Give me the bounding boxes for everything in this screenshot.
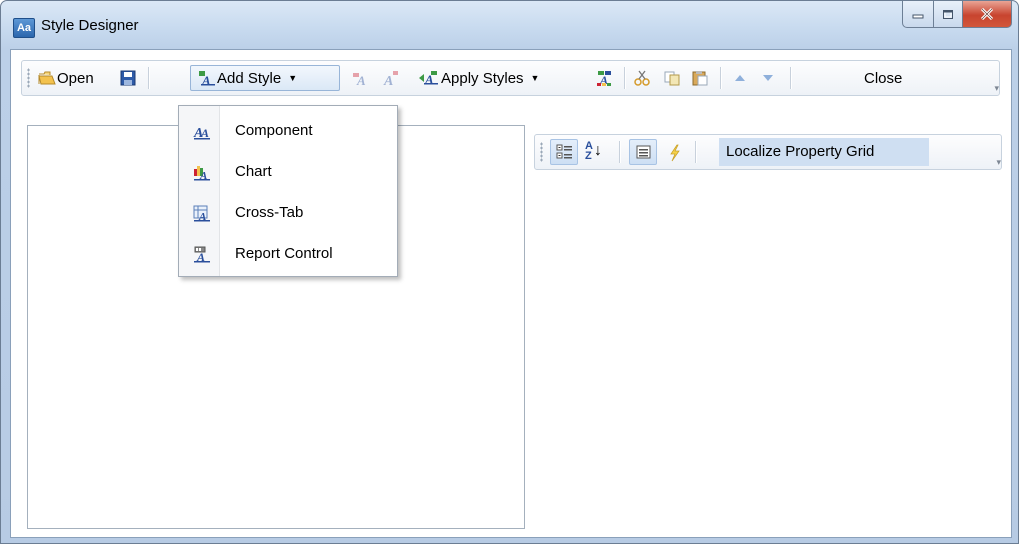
- svg-text:A: A: [356, 73, 366, 86]
- save-button[interactable]: [120, 66, 139, 90]
- apply-styles-button[interactable]: A Apply Styles ▼: [418, 66, 539, 90]
- toolbar-separator: [624, 67, 626, 89]
- toolbar-separator: [619, 141, 621, 163]
- caption-buttons: [902, 1, 1012, 28]
- move-up-button[interactable]: [732, 66, 751, 90]
- edit-style-icon: A: [352, 70, 368, 88]
- svg-text:A: A: [383, 74, 393, 86]
- remove-style-icon: A: [382, 70, 398, 89]
- categorized-button[interactable]: [550, 139, 578, 165]
- window-title: Style Designer: [41, 17, 139, 34]
- toolbar-separator: [720, 67, 722, 89]
- open-label: Open: [57, 69, 94, 87]
- arrow-down-icon: [760, 70, 776, 86]
- folder-open-icon: [38, 70, 56, 86]
- menu-item-component[interactable]: AA Component: [179, 111, 397, 151]
- component-style-icon: AA: [193, 123, 211, 141]
- apply-styles-label: Apply Styles: [441, 69, 524, 87]
- close-label: Close: [864, 69, 903, 87]
- minimize-icon: [912, 14, 924, 19]
- svg-text:A: A: [200, 126, 209, 140]
- window-bottom-border: [10, 537, 1010, 543]
- events-button[interactable]: [667, 140, 686, 164]
- toolbar-separator: [148, 67, 150, 89]
- lightning-icon: [667, 144, 683, 162]
- app-icon: Aa: [13, 18, 35, 38]
- style-designer-window: Aa Style Designer Open A Add Style ▼ A A…: [0, 0, 1019, 544]
- add-style-dropdown-menu: AA Component A Chart A Cross-Tab A Repor…: [178, 105, 398, 277]
- crosstab-style-icon: A: [193, 205, 211, 223]
- localize-label: Localize Property Grid: [726, 143, 875, 160]
- save-icon: [120, 70, 136, 86]
- menu-item-label: Component: [235, 122, 313, 139]
- toolbar-overflow-icon[interactable]: ▾: [994, 83, 999, 94]
- properties-button[interactable]: [629, 139, 657, 165]
- menu-item-label: Report Control: [235, 245, 333, 262]
- add-style-icon: A: [198, 70, 215, 88]
- menu-item-label: Chart: [235, 163, 272, 180]
- maximize-button[interactable]: [934, 1, 963, 28]
- remove-style-button[interactable]: A: [382, 66, 401, 90]
- menu-item-label: Cross-Tab: [235, 204, 304, 221]
- close-window-button[interactable]: [963, 1, 1012, 28]
- copy-icon: [664, 70, 680, 86]
- toolbar-separator: [695, 141, 697, 163]
- alphabetical-button[interactable]: AZ ↓: [585, 139, 602, 163]
- add-style-button[interactable]: A Add Style ▼: [198, 66, 297, 90]
- close-icon: [980, 8, 994, 20]
- open-button[interactable]: Open: [38, 66, 94, 90]
- menu-item-cross-tab[interactable]: A Cross-Tab: [179, 193, 397, 233]
- maximize-icon: [943, 9, 953, 19]
- edit-style-button[interactable]: A: [352, 66, 371, 90]
- property-grid-toolbar: AZ ↓ Localize Property Grid ▾: [534, 134, 1002, 170]
- menu-item-report-control[interactable]: A Report Control: [179, 234, 397, 274]
- style-palette-icon: A: [596, 70, 612, 87]
- dropdown-arrow-icon: ▼: [530, 73, 540, 83]
- sort-arrow-icon: ↓: [593, 142, 602, 159]
- paste-icon: [692, 70, 708, 86]
- move-down-button[interactable]: [760, 66, 779, 90]
- report-control-style-icon: A: [193, 246, 211, 264]
- arrow-up-icon: [732, 70, 748, 86]
- title-bar[interactable]: Aa Style Designer: [1, 1, 1018, 49]
- apply-styles-icon: A: [418, 70, 438, 87]
- menu-item-chart[interactable]: A Chart: [179, 152, 397, 192]
- toolbar-overflow-icon[interactable]: ▾: [996, 157, 1001, 168]
- chart-style-icon: A: [193, 164, 211, 182]
- toolbar-grip[interactable]: [540, 142, 543, 162]
- add-style-label: Add Style: [217, 69, 282, 87]
- sort-az-icon: AZ: [585, 140, 593, 162]
- categorized-icon: [556, 144, 572, 159]
- cut-button[interactable]: [634, 66, 653, 90]
- cut-icon: [634, 70, 650, 86]
- toolbar-separator: [790, 67, 792, 89]
- main-toolbar: Open A Add Style ▼ A A A Apply Styles ▼ …: [21, 60, 1000, 96]
- style-palette-button[interactable]: A: [596, 66, 615, 90]
- minimize-button[interactable]: [902, 1, 934, 28]
- toolbar-grip[interactable]: [27, 68, 30, 88]
- dropdown-arrow-icon: ▼: [288, 73, 298, 83]
- copy-button[interactable]: [664, 66, 683, 90]
- content-area: Open A Add Style ▼ A A A Apply Styles ▼ …: [10, 49, 1012, 538]
- paste-button[interactable]: [692, 66, 711, 90]
- property-pages-icon: [636, 145, 651, 159]
- close-button[interactable]: Close: [864, 66, 902, 90]
- localize-property-grid-button[interactable]: Localize Property Grid: [719, 138, 929, 166]
